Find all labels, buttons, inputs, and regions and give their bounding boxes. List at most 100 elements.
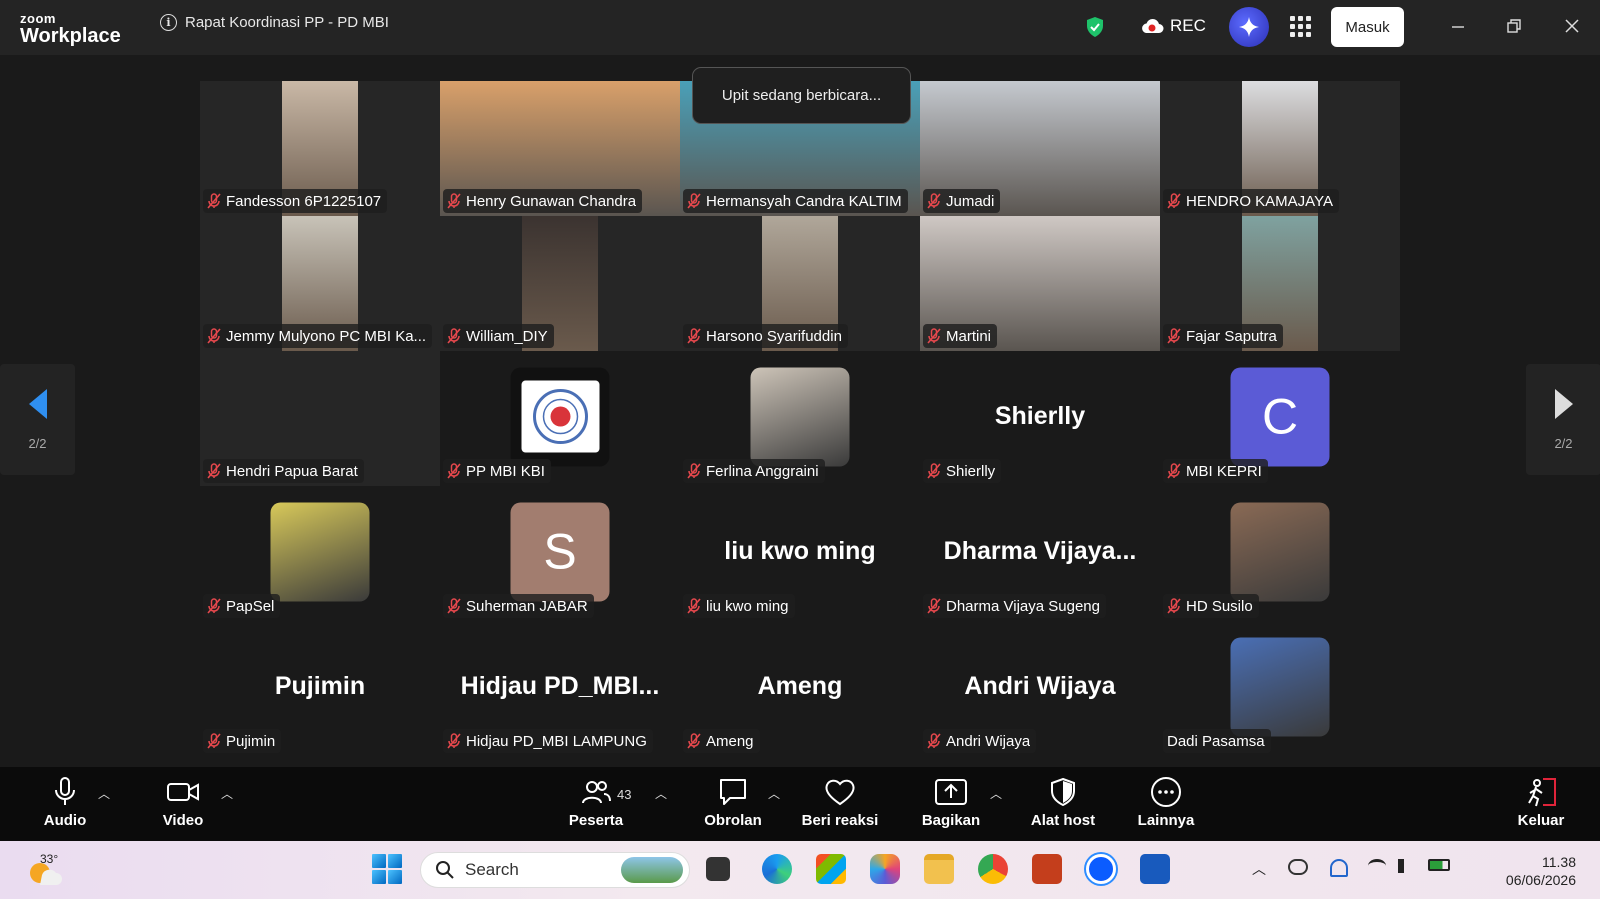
edge-browser-icon[interactable]: [762, 854, 792, 884]
participants-button[interactable]: Peserta: [566, 776, 626, 829]
leave-button[interactable]: Keluar: [1516, 776, 1566, 829]
copilot-icon[interactable]: [870, 854, 900, 884]
task-view-icon[interactable]: [706, 857, 730, 881]
participant-tile[interactable]: William_DIY: [440, 216, 680, 351]
info-icon[interactable]: i: [160, 14, 177, 31]
participant-tile[interactable]: Ameng Ameng: [680, 621, 920, 756]
participant-tile[interactable]: Fandesson 6P1225107: [200, 81, 440, 216]
participant-tile[interactable]: HENDRO KAMAJAYA: [1160, 81, 1400, 216]
speaker-muted-icon[interactable]: [1398, 859, 1414, 873]
participant-display-name: Ameng: [757, 671, 843, 700]
close-icon[interactable]: [1560, 14, 1584, 38]
participant-tile[interactable]: HD Susilo: [1160, 486, 1400, 621]
prev-page-button[interactable]: 2/2: [0, 364, 75, 475]
zoom-app-icon[interactable]: [1086, 854, 1116, 884]
page-indicator-right: 2/2: [1554, 436, 1573, 451]
more-button[interactable]: Lainnya: [1136, 776, 1196, 829]
participant-tile[interactable]: Jumadi: [920, 81, 1160, 216]
leave-icon: [1525, 776, 1557, 808]
participant-name-tag: Ferlina Anggraini: [683, 459, 825, 483]
participant-tile[interactable]: Dharma Vijaya... Dharma Vijaya Sugeng: [920, 486, 1160, 621]
muted-mic-icon: [447, 328, 461, 344]
participant-tile[interactable]: S Suherman JABAR: [440, 486, 680, 621]
participants-icon: [581, 776, 611, 808]
share-options-chevron-icon[interactable]: ︿: [990, 785, 1002, 802]
ai-companion-button[interactable]: [1229, 7, 1269, 47]
participant-name-tag: Dharma Vijaya Sugeng: [923, 594, 1106, 618]
muted-mic-icon: [1167, 463, 1181, 479]
participant-tile[interactable]: Hendri Papua Barat: [200, 351, 440, 486]
wifi-icon[interactable]: [1368, 859, 1386, 873]
participants-label: Peserta: [568, 812, 624, 829]
signin-button[interactable]: Masuk: [1331, 7, 1404, 47]
participants-options-chevron-icon[interactable]: ︿: [655, 785, 667, 802]
participant-name: Shierlly: [946, 462, 996, 480]
file-explorer-icon[interactable]: [924, 854, 954, 884]
participant-name: Dharma Vijaya Sugeng: [946, 597, 1100, 615]
participant-tile[interactable]: Fajar Saputra: [1160, 216, 1400, 351]
apps-grid-icon[interactable]: [1288, 14, 1312, 38]
participant-tile[interactable]: Hidjau PD_MBI... Hidjau PD_MBI LAMPUNG: [440, 621, 680, 756]
participant-name-tag: HENDRO KAMAJAYA: [1163, 189, 1339, 213]
audio-options-chevron-icon[interactable]: ︿: [98, 785, 110, 802]
participant-name-tag: Dadi Pasamsa: [1163, 729, 1271, 753]
clock-time: 11.38: [1542, 854, 1576, 870]
participant-name-tag: Jumadi: [923, 189, 1001, 213]
recording-indicator[interactable]: REC: [1140, 16, 1206, 36]
windows-start-icon[interactable]: [372, 854, 402, 884]
chrome-browser-icon[interactable]: [978, 854, 1008, 884]
participant-tile[interactable]: Henry Gunawan Chandra: [440, 81, 680, 216]
arrow-left-icon: [28, 389, 47, 419]
onedrive-off-icon[interactable]: [1288, 859, 1308, 875]
microsoft-store-icon[interactable]: [816, 854, 846, 884]
meeting-info[interactable]: i Rapat Koordinasi PP - PD MBI: [160, 14, 389, 31]
participant-tile[interactable]: Martini: [920, 216, 1160, 351]
participant-avatar: [1230, 502, 1330, 602]
video-button[interactable]: Video: [158, 776, 208, 829]
word-icon[interactable]: [1140, 854, 1170, 884]
react-button[interactable]: Beri reaksi: [800, 776, 880, 829]
muted-mic-icon: [447, 463, 461, 479]
participant-name-tag: Henry Gunawan Chandra: [443, 189, 643, 213]
participant-tile[interactable]: Pujimin Pujimin: [200, 621, 440, 756]
video-label: Video: [162, 812, 204, 829]
participant-tile[interactable]: Dadi Pasamsa: [1160, 621, 1400, 756]
participant-name: Hendri Papua Barat: [226, 462, 358, 480]
gallery-grid: Fandesson 6P1225107 Henry Gunawan Chandra…: [200, 81, 1402, 756]
participant-tile[interactable]: Ferlina Anggraini: [680, 351, 920, 486]
share-button[interactable]: Bagikan: [918, 776, 984, 829]
logo-bottom-text: Workplace: [20, 25, 121, 47]
participant-tile[interactable]: PapSel: [200, 486, 440, 621]
participant-name-tag: Andri Wijaya: [923, 729, 1037, 753]
video-options-chevron-icon[interactable]: ︿: [221, 785, 233, 802]
participant-tile[interactable]: Jemmy Mulyono PC MBI Ka...: [200, 216, 440, 351]
participant-tile[interactable]: liu kwo ming liu kwo ming: [680, 486, 920, 621]
participant-tile[interactable]: C MBI KEPRI: [1160, 351, 1400, 486]
muted-mic-icon: [927, 598, 941, 614]
share-label: Bagikan: [921, 812, 981, 829]
powerpoint-icon[interactable]: [1032, 854, 1062, 884]
participant-name-tag: MBI KEPRI: [1163, 459, 1268, 483]
host-tools-button[interactable]: Alat host: [1028, 776, 1098, 829]
chat-options-chevron-icon[interactable]: ︿: [768, 785, 780, 802]
search-icon: [436, 861, 454, 879]
muted-mic-icon: [1167, 193, 1181, 209]
chat-button[interactable]: Obrolan: [702, 776, 764, 829]
taskbar-search[interactable]: Search: [420, 852, 690, 888]
encryption-shield-icon[interactable]: [1085, 16, 1105, 43]
participant-name: Ferlina Anggraini: [706, 462, 819, 480]
participant-avatar: [1230, 637, 1330, 737]
system-clock[interactable]: 11.38 06/06/2026: [1496, 853, 1576, 889]
audio-button[interactable]: Audio: [40, 776, 90, 829]
restore-icon[interactable]: [1502, 14, 1526, 38]
participant-tile[interactable]: PP MBI KBI: [440, 351, 680, 486]
tray-chevron-icon[interactable]: ︿: [1252, 859, 1266, 879]
search-highlight-image: [621, 857, 683, 883]
microphone-tray-icon[interactable]: [1330, 859, 1348, 877]
battery-icon[interactable]: [1428, 859, 1450, 871]
participant-tile[interactable]: Andri Wijaya Andri Wijaya: [920, 621, 1160, 756]
next-page-button[interactable]: 2/2: [1526, 364, 1600, 475]
minimize-icon[interactable]: [1446, 14, 1470, 38]
participant-tile[interactable]: Harsono Syarifuddin: [680, 216, 920, 351]
participant-tile[interactable]: Shierlly Shierlly: [920, 351, 1160, 486]
